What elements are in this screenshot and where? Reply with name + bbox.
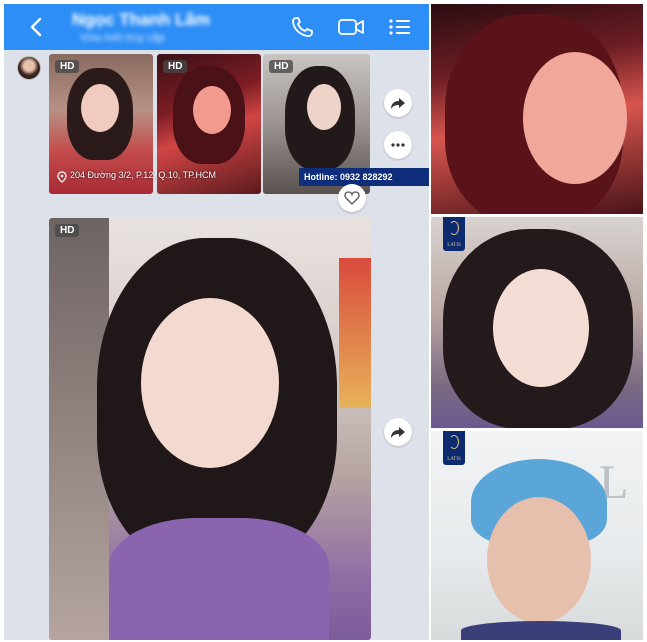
- back-arrow-icon[interactable]: [26, 16, 48, 38]
- background-sign: [339, 258, 371, 408]
- share-button[interactable]: [384, 89, 412, 117]
- location-pin-icon: [57, 170, 67, 183]
- logo-mark: [449, 221, 459, 235]
- clothing-shape: [461, 621, 621, 640]
- brand-text: LATIS: [447, 243, 461, 248]
- chat-panel: Ngọc Thanh Lâm Vừa mới truy cập HD HD HD…: [4, 4, 429, 640]
- result-photo-1: [431, 4, 643, 214]
- clothing-shape: [109, 518, 329, 640]
- single-photo[interactable]: HD: [49, 218, 371, 640]
- brand-text: LATIS: [447, 457, 461, 462]
- face-shape: [141, 298, 279, 468]
- video-call-icon[interactable]: [337, 15, 364, 39]
- face-shape: [307, 84, 341, 130]
- face-shape: [81, 84, 119, 132]
- hd-badge: HD: [269, 60, 294, 73]
- before-photo: L LATIS: [431, 431, 643, 640]
- more-options-button[interactable]: [384, 131, 412, 159]
- contact-avatar[interactable]: [17, 56, 41, 80]
- face-shape: [487, 497, 591, 623]
- phone-icon[interactable]: [290, 15, 316, 39]
- heart-icon: [344, 191, 360, 205]
- brand-logo: LATIS: [443, 217, 465, 251]
- face-shape: [193, 86, 231, 134]
- chat-header: Ngọc Thanh Lâm Vừa mới truy cập: [4, 4, 429, 50]
- share-icon: [391, 98, 405, 109]
- contact-status: Vừa mới truy cập: [80, 32, 165, 44]
- contact-name[interactable]: Ngọc Thanh Lâm: [72, 10, 210, 30]
- more-options-icon: [391, 143, 405, 147]
- result-photo-2: LATIS: [431, 217, 643, 428]
- react-button[interactable]: [338, 184, 366, 212]
- screenshot-frame: Ngọc Thanh Lâm Vừa mới truy cập HD HD HD…: [0, 0, 647, 642]
- face-shape: [493, 269, 589, 387]
- hotline-banner: Hotline: 0932 828292: [299, 168, 429, 186]
- hd-badge: HD: [55, 224, 80, 237]
- face-shape: [523, 52, 627, 184]
- logo-mark: [449, 435, 459, 449]
- hd-badge: HD: [55, 60, 80, 73]
- address-text: 204 Đường 3/2, P.12, Q.10, TP.HCM: [70, 170, 217, 180]
- share-icon: [391, 427, 405, 438]
- share-button-2[interactable]: [384, 418, 412, 446]
- brand-logo: LATIS: [443, 431, 465, 465]
- hd-badge: HD: [163, 60, 188, 73]
- menu-list-icon[interactable]: [387, 15, 413, 39]
